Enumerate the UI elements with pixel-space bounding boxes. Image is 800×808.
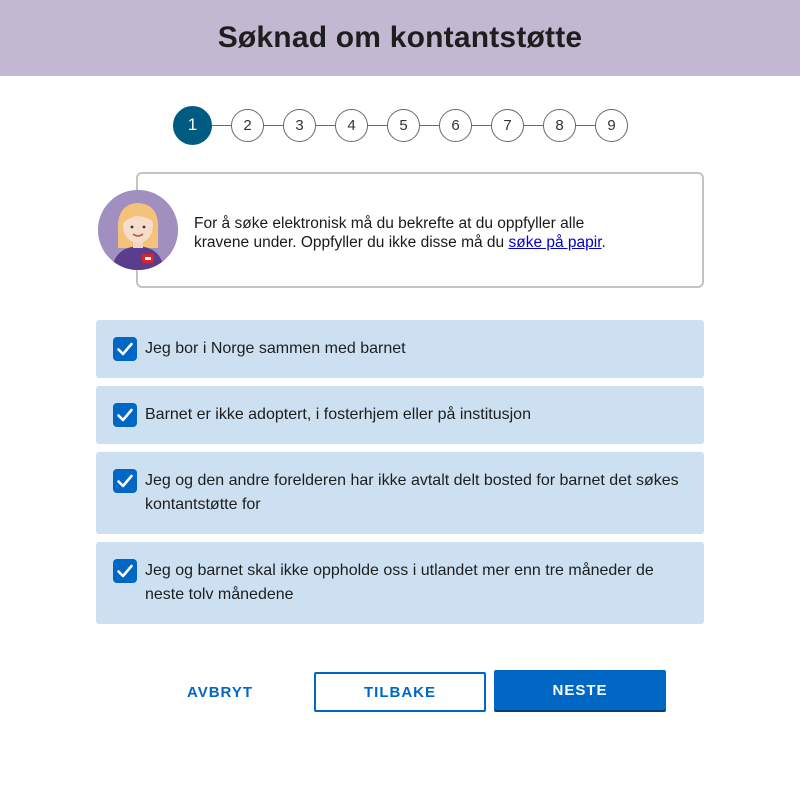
requirement-label: Jeg bor i Norge sammen med barnet <box>145 340 406 357</box>
step-7[interactable]: 7 <box>491 108 524 142</box>
step-5[interactable]: 5 <box>387 108 420 142</box>
step-9[interactable]: 9 <box>595 108 628 142</box>
cancel-button[interactable]: AVBRYT <box>174 672 266 712</box>
step-1[interactable]: 1 <box>173 105 212 145</box>
requirement-label: Barnet er ikke adoptert, i fosterhjem el… <box>145 406 531 423</box>
info-speech-bubble: For å søke elektronisk må du bekrefte at… <box>136 172 704 288</box>
checkmark-icon <box>117 342 133 356</box>
checkbox-checked[interactable] <box>113 337 137 361</box>
veileder-panel: For å søke elektronisk må du bekrefte at… <box>96 172 704 288</box>
step-8[interactable]: 8 <box>543 108 576 142</box>
next-button[interactable]: NESTE <box>494 670 666 710</box>
requirement-checkbox-row[interactable]: Jeg og den andre forelderen har ikke avt… <box>96 452 704 534</box>
step-2[interactable]: 2 <box>231 108 264 142</box>
veileder-avatar-icon <box>98 190 178 270</box>
step-connector <box>576 124 595 126</box>
step-6[interactable]: 6 <box>439 108 472 142</box>
requirement-checkbox-row[interactable]: Jeg og barnet skal ikke oppholde oss i u… <box>96 542 704 624</box>
step-4[interactable]: 4 <box>335 108 368 142</box>
requirement-checkbox-row[interactable]: Barnet er ikke adoptert, i fosterhjem el… <box>96 386 704 444</box>
step-connector <box>368 124 387 126</box>
checkbox-checked[interactable] <box>113 403 137 427</box>
page-title: Søknad om kontantstøtte <box>217 21 583 54</box>
requirement-label: Jeg og barnet skal ikke oppholde oss i u… <box>145 562 654 603</box>
step-connector <box>316 124 335 126</box>
checkmark-icon <box>117 474 133 488</box>
paper-application-link[interactable]: søke på papir <box>508 234 601 251</box>
checkmark-icon <box>117 564 133 578</box>
requirement-label: Jeg og den andre forelderen har ikke avt… <box>145 472 679 513</box>
step-connector <box>420 124 439 126</box>
checkbox-checked[interactable] <box>113 469 137 493</box>
step-connector <box>264 124 283 126</box>
checkbox-checked[interactable] <box>113 559 137 583</box>
requirement-checkbox-row[interactable]: Jeg bor i Norge sammen med barnet <box>96 320 704 378</box>
step-3[interactable]: 3 <box>283 108 316 142</box>
back-button[interactable]: TILBAKE <box>314 672 486 712</box>
page-header: Søknad om kontantstøtte <box>0 0 800 76</box>
step-connector <box>472 124 491 126</box>
checkmark-icon <box>117 408 133 422</box>
step-connector <box>524 124 543 126</box>
step-indicator: 1 2 3 4 5 6 7 8 9 <box>173 105 628 145</box>
step-connector <box>212 124 231 126</box>
info-text-end: . <box>601 234 606 251</box>
